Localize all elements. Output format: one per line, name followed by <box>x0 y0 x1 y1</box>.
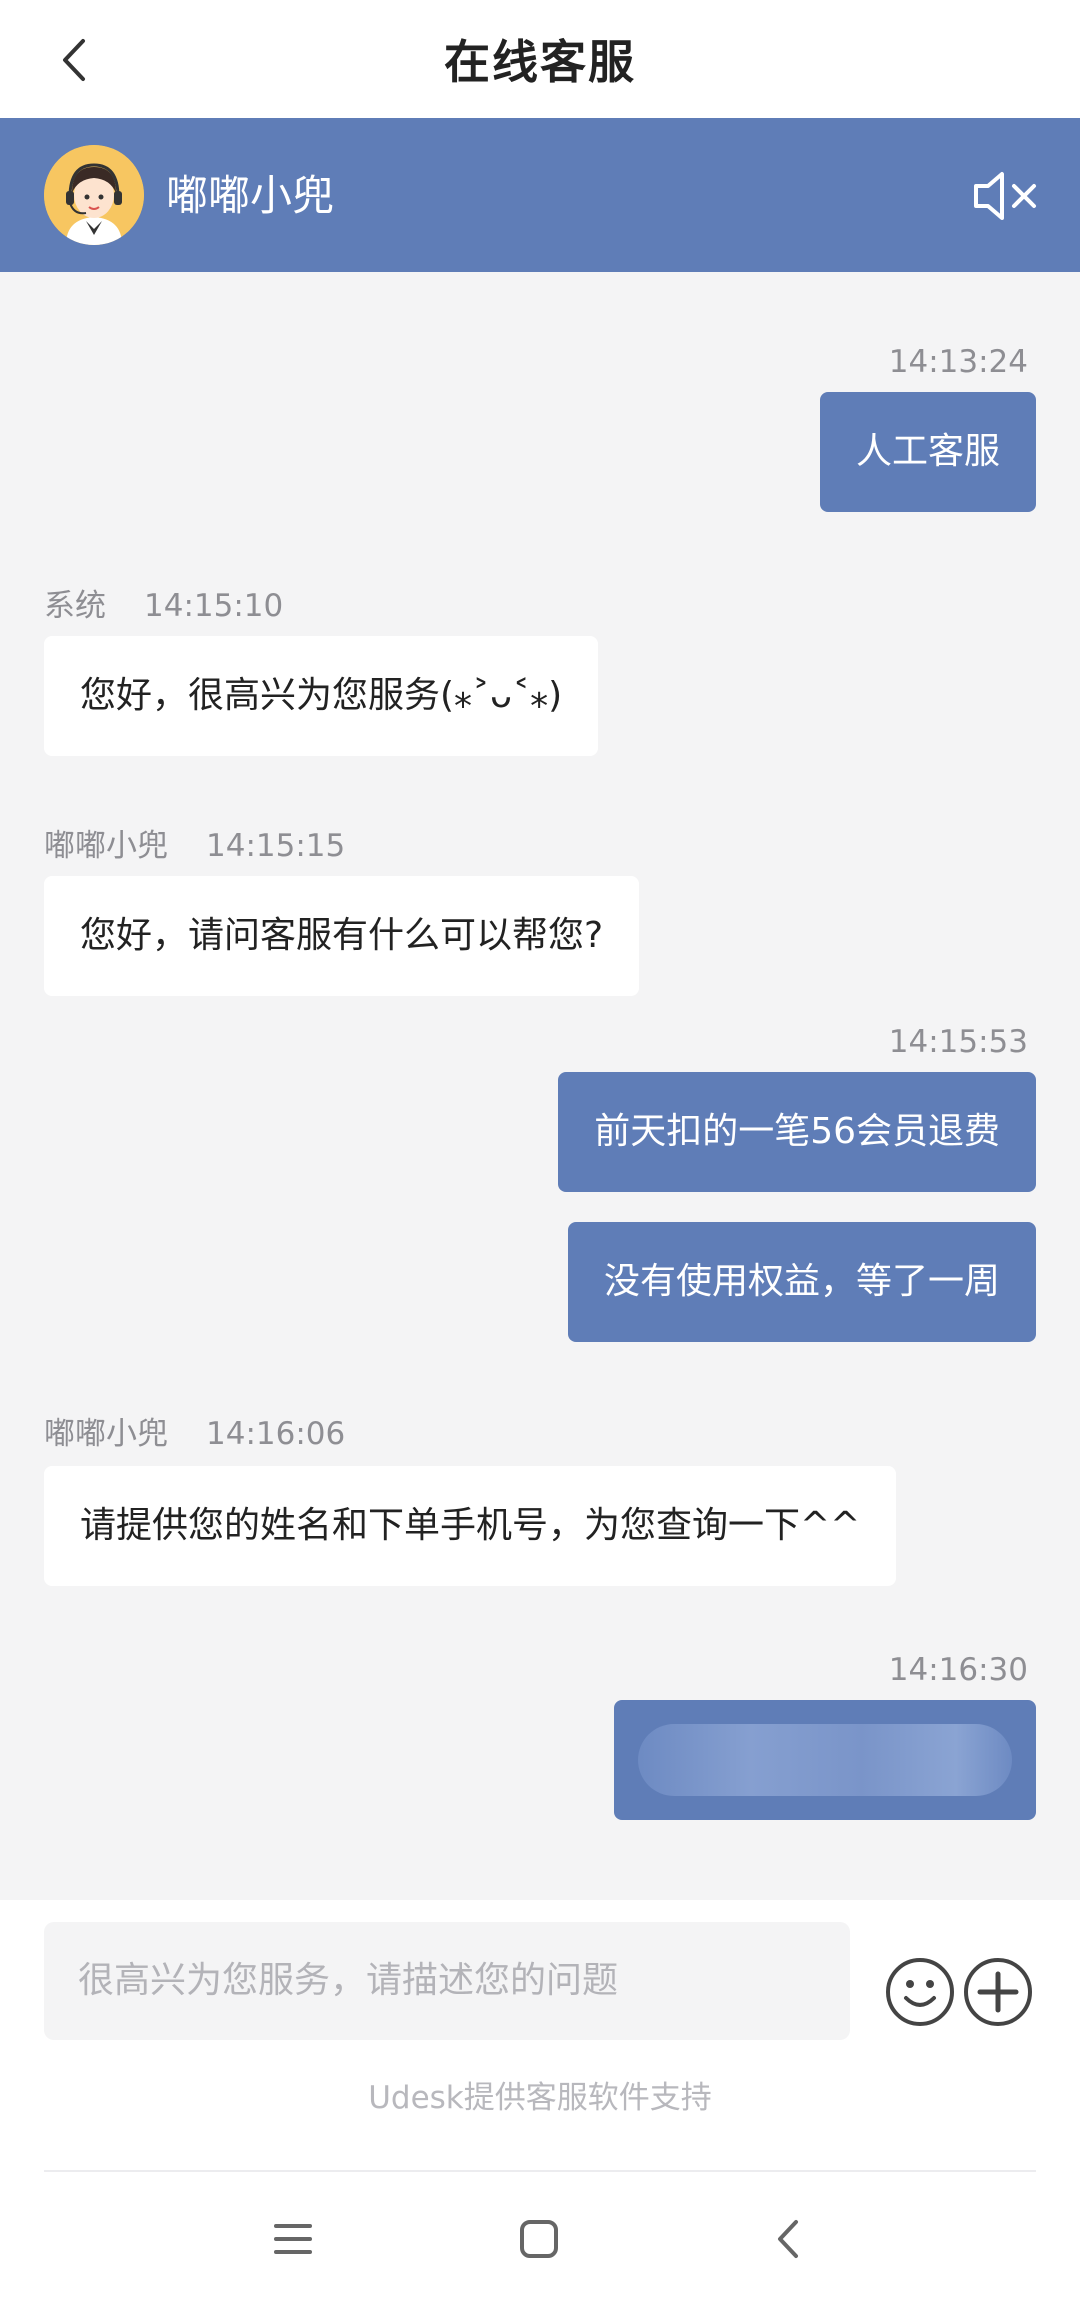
speaker-muted-icon <box>974 172 1036 220</box>
back-button[interactable] <box>44 30 104 90</box>
redacted-content <box>638 1724 1012 1796</box>
agent-avatar <box>44 145 144 245</box>
agent-name: 嘟嘟小兜 <box>166 171 335 220</box>
message-time: 14:15:10 <box>144 588 284 624</box>
message-bubble-outgoing[interactable]: 人工客服 <box>819 392 1036 512</box>
message-bubble-incoming[interactable]: 请提供您的姓名和下单手机号，为您查询一下^^ <box>44 1466 897 1586</box>
message-meta: 嘟嘟小兜 14:15:15 <box>44 826 345 866</box>
powered-by-text: Udesk提供客服软件支持 <box>368 2080 712 2116</box>
composer: 很高兴为您服务，请描述您的问题 Udesk提供客服软件支持 <box>0 1900 1080 2302</box>
customer-service-avatar-icon <box>44 145 144 245</box>
sender-name: 嘟嘟小兜 <box>44 1416 168 1452</box>
message-meta: 嘟嘟小兜 14:16:06 <box>44 1414 345 1454</box>
message-bubble-outgoing[interactable]: 前天扣的一笔56会员退费 <box>558 1072 1036 1192</box>
agent-header: 嘟嘟小兜 <box>0 118 1080 272</box>
system-menu-button[interactable] <box>270 2216 316 2262</box>
message-bubble-outgoing[interactable]: 没有使用权益，等了一周 <box>567 1222 1036 1342</box>
square-home-icon <box>520 2220 558 2258</box>
top-bar: 在线客服 <box>0 0 1080 118</box>
divider <box>44 2170 1036 2172</box>
chat-area[interactable]: 14:13:24 人工客服 系统 14:15:10 您好，很高兴为您服务(⁎˃ᴗ˂… <box>0 272 1080 1900</box>
message-meta: 系统 14:15:10 <box>44 586 283 626</box>
menu-lines-icon <box>274 2224 312 2254</box>
more-options-button[interactable] <box>962 1956 1034 2028</box>
chevron-left-icon <box>63 39 85 81</box>
emoji-button[interactable] <box>884 1956 956 2028</box>
message-bubble-incoming[interactable]: 您好，很高兴为您服务(⁎˃ᴗ˂⁎) <box>44 636 599 756</box>
message-bubble-incoming[interactable]: 您好，请问客服有什么可以帮您? <box>44 876 640 996</box>
mute-button[interactable] <box>970 166 1040 226</box>
message-time: 14:15:53 <box>888 1024 1028 1060</box>
back-triangle-icon <box>778 2220 798 2258</box>
message-time: 14:16:30 <box>888 1652 1028 1688</box>
message-time: 14:15:15 <box>206 828 346 864</box>
message-time: 14:13:24 <box>888 344 1028 380</box>
page-title: 在线客服 <box>444 35 636 89</box>
sender-name: 系统 <box>44 588 106 624</box>
message-input[interactable]: 很高兴为您服务，请描述您的问题 <box>44 1922 850 2040</box>
message-time: 14:16:06 <box>206 1416 346 1452</box>
system-home-button[interactable] <box>516 2216 562 2262</box>
system-back-button[interactable] <box>766 2216 812 2262</box>
message-bubble-outgoing-redacted[interactable] <box>614 1700 1036 1820</box>
smiley-icon <box>886 1958 954 2026</box>
sender-name: 嘟嘟小兜 <box>44 828 168 864</box>
plus-circle-icon <box>964 1958 1032 2026</box>
